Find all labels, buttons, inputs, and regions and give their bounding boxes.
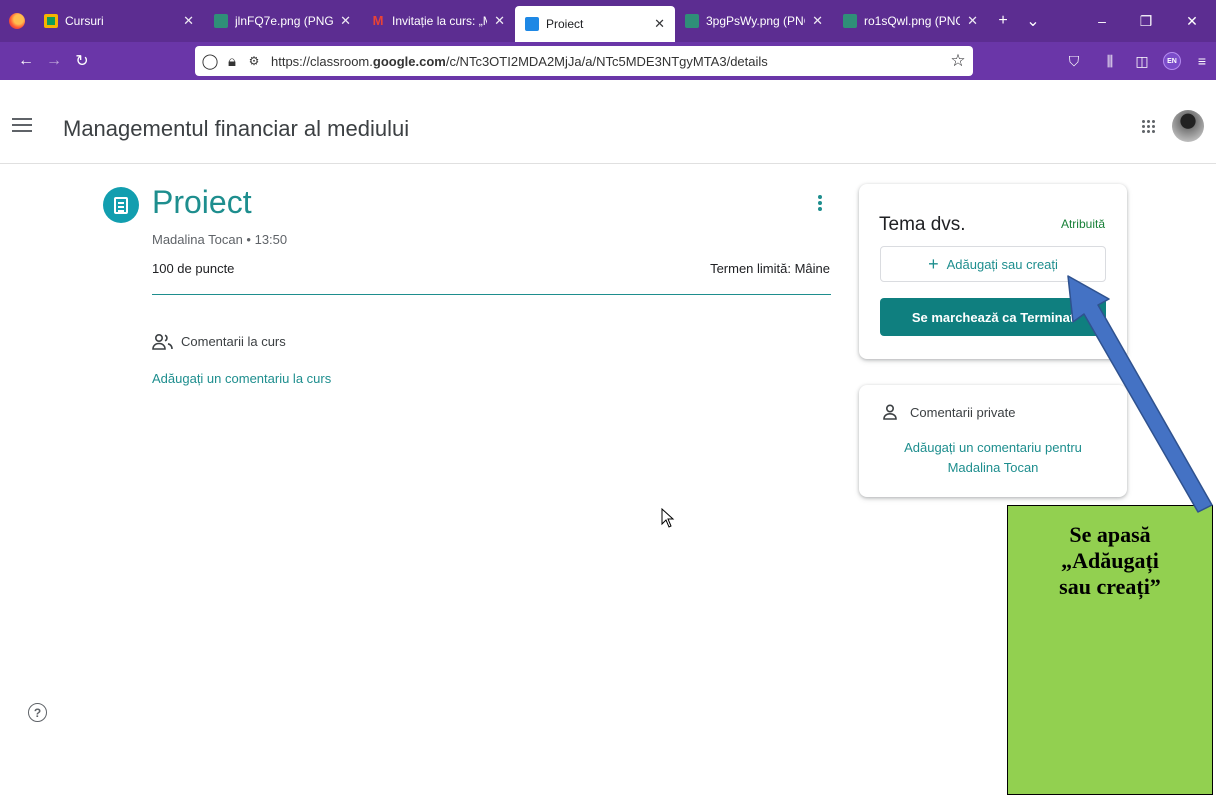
class-comments-label: Comentarii la curs <box>181 334 286 349</box>
assignment-due-date: Termen limită: Mâine <box>710 261 830 276</box>
tab-jlnfq7e[interactable]: jlnFQ7e.png (PNG Ima ✕ <box>204 0 361 42</box>
plus-icon: + <box>928 254 939 274</box>
forward-arrow-icon[interactable]: → <box>40 42 68 80</box>
mouse-cursor-icon <box>661 508 675 528</box>
classroom-header: Managementul financiar al mediului <box>0 80 1216 164</box>
firefox-menu-icon[interactable] <box>0 0 34 42</box>
close-icon[interactable]: ✕ <box>812 13 823 29</box>
png-image-icon <box>843 14 857 28</box>
mark-as-done-button[interactable]: Se marchează ca Terminat <box>880 298 1106 336</box>
assignment-meta: Madalina Tocan • 13:50 <box>152 232 288 247</box>
browser-tab-bar: Cursuri ✕ jlnFQ7e.png (PNG Ima ✕ M Invit… <box>0 0 1216 42</box>
tab-label: jlnFQ7e.png (PNG Ima <box>235 14 334 28</box>
add-private-comment-link[interactable]: Adăugați un comentariu pentru Madalina T… <box>879 438 1107 478</box>
classroom-icon <box>525 17 539 31</box>
menu-icon[interactable]: ≡ <box>1188 42 1216 80</box>
url-domain: google.com <box>372 53 446 69</box>
close-icon[interactable]: ✕ <box>654 16 665 32</box>
tab-label: Cursuri <box>65 14 104 28</box>
tab-proiect[interactable]: Proiect ✕ <box>515 6 675 42</box>
tab-3pgpswy[interactable]: 3pgPsWy.png (PNG Im ✕ <box>675 0 833 42</box>
tab-label: ro1sQwl.png (PNG Ima <box>864 14 961 28</box>
assignment-title: Proiect <box>152 184 252 220</box>
help-icon[interactable]: ? <box>28 703 47 722</box>
your-work-title: Tema dvs. <box>879 214 966 235</box>
course-title[interactable]: Managementul financiar al mediului <box>63 116 409 142</box>
url-prefix: https://classroom. <box>271 53 373 69</box>
restore-icon[interactable]: ❐ <box>1124 0 1168 42</box>
google-apps-icon[interactable] <box>1142 120 1156 134</box>
pocket-icon[interactable]: ⛉ <box>1060 42 1088 80</box>
list-tabs-chevron-icon[interactable]: ⌄ <box>1018 0 1048 42</box>
shield-icon[interactable]: ◯ <box>199 52 221 70</box>
tab-invitatie[interactable]: M Invitație la curs: „Mana ✕ <box>361 0 515 42</box>
instruction-callout: Se apasă „Adăugați sau creați” <box>1007 505 1213 795</box>
private-comments-card: Comentarii private Adăugați un comentari… <box>859 385 1127 497</box>
back-arrow-icon[interactable]: ← <box>12 42 40 80</box>
profile-badge: EN <box>1163 52 1181 70</box>
status-badge: Atribuită <box>1060 217 1105 231</box>
person-icon <box>883 404 897 420</box>
classroom-icon <box>44 14 58 28</box>
png-image-icon <box>685 14 699 28</box>
add-or-create-label: Adăugați sau creați <box>946 256 1058 272</box>
people-icon <box>152 333 173 350</box>
lock-icon[interactable]: 🔒︎ <box>221 53 243 70</box>
bookmark-star-icon[interactable]: ☆ <box>943 51 973 71</box>
tab-label: Invitație la curs: „Mana <box>392 14 487 28</box>
callout-line-3: sau creați” <box>1059 574 1161 599</box>
close-icon[interactable]: ✕ <box>183 13 194 29</box>
hamburger-menu-icon[interactable] <box>12 118 32 132</box>
permissions-icon[interactable]: ⚙ <box>243 54 265 68</box>
close-icon[interactable]: ✕ <box>967 13 978 29</box>
close-icon[interactable]: ✕ <box>340 13 351 29</box>
add-or-create-button[interactable]: + Adăugați sau creați <box>880 246 1106 282</box>
address-bar[interactable]: ◯ 🔒︎ ⚙ https://classroom.google.com/c/NT… <box>195 46 973 76</box>
library-icon[interactable]: ⫼ <box>1096 42 1124 80</box>
png-image-icon <box>214 14 228 28</box>
new-tab-plus-icon[interactable]: + <box>988 0 1018 42</box>
window-close-icon[interactable]: ✕ <box>1170 0 1214 42</box>
assignment-points: 100 de puncte <box>152 261 235 276</box>
private-comments-label: Comentarii private <box>910 405 1016 420</box>
your-work-card: Tema dvs. Atribuită + Adăugați sau creaț… <box>859 184 1127 359</box>
url-path: /c/NTc3OTI2MDA2MjJa/a/NTc5MDE3NTgyMTA3/d… <box>445 53 768 69</box>
avatar[interactable] <box>1172 110 1204 142</box>
minimize-icon[interactable]: – <box>1080 0 1124 42</box>
sidebar-icon[interactable]: ◫ <box>1128 42 1156 80</box>
url-text[interactable]: https://classroom.google.com/c/NTc3OTI2M… <box>265 54 943 69</box>
add-class-comment-link[interactable]: Adăugați un comentariu la curs <box>152 371 331 386</box>
tab-cursuri[interactable]: Cursuri ✕ <box>34 0 204 42</box>
assignment-icon <box>103 187 139 223</box>
tab-label: Proiect <box>546 17 584 31</box>
reload-icon[interactable]: ↻ <box>68 42 96 80</box>
assignment-divider <box>152 294 831 295</box>
browser-nav-bar: ← → ↻ ◯ 🔒︎ ⚙ https://classroom.google.co… <box>0 42 1216 80</box>
callout-line-2: „Adăugați <box>1061 548 1159 573</box>
tab-ro1sqwl[interactable]: ro1sQwl.png (PNG Ima ✕ <box>833 0 988 42</box>
more-options-icon[interactable] <box>816 193 824 213</box>
close-icon[interactable]: ✕ <box>494 13 505 29</box>
gmail-icon: M <box>372 13 384 28</box>
tab-label: 3pgPsWy.png (PNG Im <box>706 14 805 28</box>
profile-icon[interactable]: EN <box>1158 42 1186 80</box>
callout-line-1: Se apasă <box>1069 522 1151 547</box>
